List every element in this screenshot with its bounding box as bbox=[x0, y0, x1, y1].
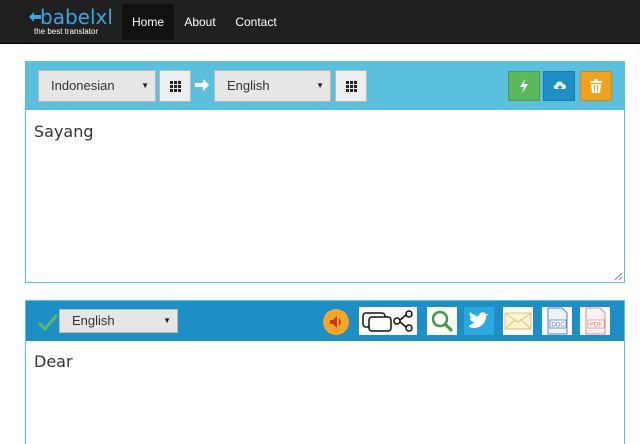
target-language-value: English bbox=[227, 78, 270, 93]
arrow-right-icon[interactable] bbox=[194, 76, 210, 94]
caret-down-icon: ▼ bbox=[141, 81, 149, 90]
output-toolbar: English ▼ DOC PDF bbox=[26, 301, 624, 341]
svg-text:PDF: PDF bbox=[590, 323, 602, 329]
resize-handle-icon[interactable] bbox=[614, 272, 622, 280]
output-language-select[interactable]: English ▼ bbox=[59, 309, 178, 333]
babelxl-logo[interactable]: babelxl the best translator bbox=[28, 4, 120, 40]
doc-file-icon: DOC bbox=[547, 307, 568, 335]
translate-button[interactable] bbox=[508, 71, 540, 101]
output-text-area[interactable]: Dear bbox=[34, 352, 73, 371]
chat-share-icon bbox=[362, 310, 413, 332]
flash-icon bbox=[520, 79, 528, 93]
envelope-icon bbox=[504, 312, 532, 330]
share-button[interactable] bbox=[359, 307, 417, 335]
email-button[interactable] bbox=[503, 307, 533, 335]
listen-button[interactable] bbox=[323, 309, 349, 335]
clear-button[interactable] bbox=[580, 71, 612, 101]
caret-down-icon: ▼ bbox=[163, 316, 171, 325]
checkmark-icon bbox=[38, 314, 58, 331]
target-language-select[interactable]: English ▼ bbox=[214, 70, 331, 102]
search-button[interactable] bbox=[427, 307, 457, 335]
source-panel: Indonesian ▼ English ▼ Sayang bbox=[25, 61, 625, 283]
nav-about[interactable]: About bbox=[178, 4, 222, 40]
target-language-grid-button[interactable] bbox=[335, 70, 367, 102]
grid-icon bbox=[346, 81, 357, 92]
download-pdf-button[interactable]: PDF bbox=[580, 307, 610, 335]
caret-down-icon: ▼ bbox=[316, 81, 324, 90]
source-text-area[interactable]: Sayang bbox=[34, 122, 94, 141]
logo-text: babelxl bbox=[40, 5, 113, 29]
grid-icon bbox=[170, 81, 181, 92]
logo-tagline: the best translator bbox=[34, 27, 99, 36]
magnifier-icon bbox=[431, 310, 454, 333]
pdf-file-icon: PDF bbox=[585, 307, 606, 335]
svg-text:DOC: DOC bbox=[551, 323, 565, 329]
nav-home[interactable]: Home bbox=[122, 4, 174, 40]
top-navbar: babelxl the best translator Home About C… bbox=[0, 0, 640, 44]
source-toolbar: Indonesian ▼ English ▼ bbox=[26, 62, 624, 110]
twitter-share-button[interactable] bbox=[464, 307, 494, 335]
trash-icon bbox=[590, 79, 602, 93]
source-language-value: Indonesian bbox=[51, 78, 115, 93]
cloud-upload-icon bbox=[553, 81, 566, 92]
speaker-icon bbox=[330, 316, 341, 328]
source-language-grid-button[interactable] bbox=[159, 70, 191, 102]
output-panel: English ▼ DOC PDF Dear bbox=[25, 300, 625, 444]
output-language-value: English bbox=[72, 313, 115, 328]
download-doc-button[interactable]: DOC bbox=[542, 307, 572, 335]
twitter-icon bbox=[464, 307, 494, 335]
upload-button[interactable] bbox=[543, 71, 575, 101]
source-language-select[interactable]: Indonesian ▼ bbox=[38, 70, 156, 102]
nav-contact[interactable]: Contact bbox=[230, 4, 282, 40]
